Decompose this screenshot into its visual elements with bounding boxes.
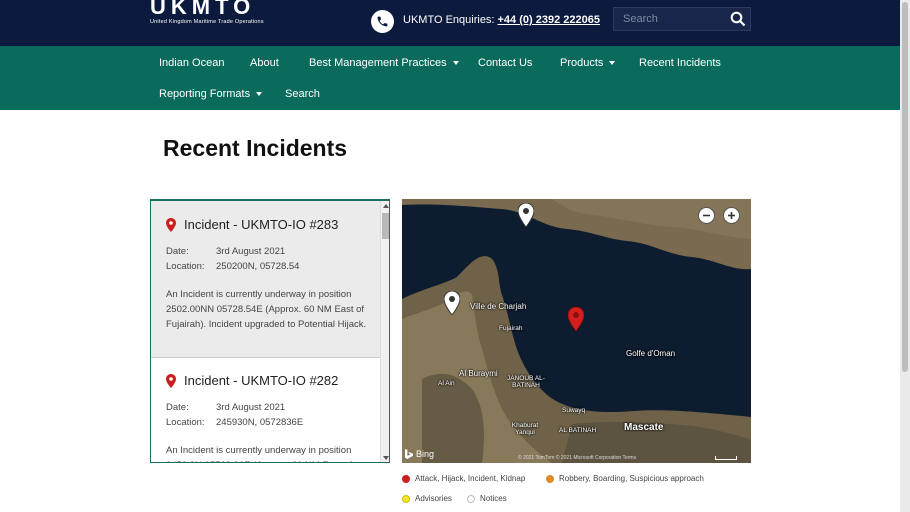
phone-icon [371, 10, 394, 33]
search-input[interactable] [614, 8, 726, 30]
legend-dot-yellow [402, 494, 410, 503]
date-label: Date: [166, 246, 189, 257]
incident-location: Location: 245930N, 0572836E [166, 417, 303, 428]
bing-logo[interactable]: Bing [405, 449, 434, 459]
map-place-label: Al Ain [438, 380, 455, 387]
legend-dot-white [467, 494, 475, 503]
legend-label: Attack, Hijack, Incident, Kidnap [415, 474, 526, 483]
nav-label: Best Management Practices [309, 57, 447, 69]
map-place-label: Khaburat Yanqul [511, 422, 539, 436]
map-scale-bar [715, 456, 737, 460]
date-label: Date: [166, 402, 189, 413]
map-place-label: Golfe d'Oman [626, 349, 676, 358]
nav-label: Reporting Formats [159, 88, 251, 100]
map-place-label: Al Buraymi [459, 369, 498, 378]
map-marker-notice-icon[interactable] [518, 203, 534, 227]
map-copyright[interactable]: © 2021 TomTom © 2021 Microsoft Corporati… [518, 455, 636, 461]
map-pin-icon [166, 373, 176, 388]
plus-icon [728, 212, 735, 219]
nav-label: Search [285, 88, 320, 100]
legend-item: Advisories [402, 494, 452, 503]
location-label: Location: [166, 261, 205, 272]
incident-map[interactable]: Ville de Charjah Fujairah Golfe d'Oman A… [402, 199, 751, 463]
map-terrain [402, 199, 751, 463]
minus-icon [703, 214, 710, 217]
page-scrollbar[interactable] [900, 0, 910, 512]
map-place-label: Fujairah [499, 325, 523, 332]
nav-item-about[interactable]: About [250, 57, 279, 69]
legend-item: Attack, Hijack, Incident, Kidnap [402, 474, 525, 483]
top-header: UKMTO United Kingdom Maritime Trade Oper… [0, 0, 900, 46]
header-search [613, 7, 751, 31]
logo-subtitle: United Kingdom Maritime Trade Operations [150, 19, 264, 25]
chevron-down-icon [452, 61, 459, 65]
nav-item-indian-ocean[interactable]: Indian Ocean [159, 57, 224, 69]
enquiries: UKMTO Enquiries: +44 (0) 2392 222065 [403, 14, 600, 26]
nav-item-recent-incidents[interactable]: Recent Incidents [639, 57, 721, 69]
incident-title[interactable]: Incident - UKMTO-IO #283 [166, 217, 338, 232]
nav-label: Recent Incidents [639, 57, 721, 69]
nav-item-products[interactable]: Products [560, 57, 616, 69]
incident-description: An Incident is currently underway in pos… [166, 289, 367, 330]
map-place-label: Suwayq [562, 407, 586, 414]
incident-location: Location: 250200N, 05728.54 [166, 261, 299, 272]
nav-item-best-management-practices[interactable]: Best Management Practices [309, 57, 459, 69]
enquiries-label: UKMTO Enquiries: [403, 14, 495, 26]
date-value: 3rd August 2021 [216, 246, 286, 257]
chevron-down-icon [609, 61, 616, 65]
list-scroll-thumb[interactable] [382, 213, 389, 239]
legend-label: Robbery, Boarding, Suspicious approach [559, 474, 704, 483]
incident-date: Date: 3rd August 2021 [166, 402, 285, 413]
search-icon[interactable] [730, 11, 746, 27]
map-place-label: AL BATINAH [559, 427, 597, 434]
date-value: 3rd August 2021 [216, 402, 286, 413]
incident-title[interactable]: Incident - UKMTO-IO #282 [166, 373, 338, 388]
nav-item-contact-us[interactable]: Contact Us [478, 57, 532, 69]
bing-icon [405, 449, 413, 459]
incident-description: An Incident is currently underway in pos… [166, 445, 352, 462]
zoom-out-button[interactable] [698, 207, 715, 224]
legend-label: Advisories [415, 494, 452, 503]
scroll-up-icon[interactable] [383, 204, 389, 208]
nav-item-reporting-formats[interactable]: Reporting Formats [159, 88, 263, 100]
location-value: 245930N, 0572836E [216, 417, 304, 428]
legend-label: Notices [480, 494, 507, 503]
location-label: Location: [166, 417, 205, 428]
map-place-label: JANOUB AL-BATINAH [507, 375, 545, 389]
bing-text: Bing [416, 449, 435, 459]
nav-label: Products [560, 57, 604, 69]
nav-label: Indian Ocean [159, 57, 225, 69]
nav-item-search[interactable]: Search [285, 88, 320, 100]
location-value: 250200N, 05728.54 [216, 261, 300, 272]
incident-title-text: Incident - UKMTO-IO #283 [184, 217, 339, 232]
incident-date: Date: 3rd August 2021 [166, 246, 285, 257]
page-scroll-thumb[interactable] [902, 2, 908, 372]
list-scrollbar[interactable] [380, 201, 389, 462]
nav-label: Contact Us [478, 57, 533, 69]
map-place-label: Mascate [624, 422, 664, 433]
legend-dot-orange [546, 474, 554, 483]
page-title: Recent Incidents [163, 135, 348, 161]
map-place-label: Ville de Charjah [470, 302, 527, 311]
ukmto-logo[interactable]: UKMTO United Kingdom Maritime Trade Oper… [150, 0, 264, 25]
legend-item: Robbery, Boarding, Suspicious approach [546, 474, 704, 483]
nav-label: About [250, 57, 279, 69]
main-nav: Indian Ocean About Best Management Pract… [0, 46, 900, 110]
scroll-down-icon[interactable] [383, 456, 389, 460]
incident-title-text: Incident - UKMTO-IO #282 [184, 373, 339, 388]
logo-text: UKMTO [150, 0, 256, 19]
incident-item[interactable]: Incident - UKMTO-IO #283 Date: 3rd August… [151, 201, 380, 358]
map-pin-icon [166, 217, 176, 232]
incident-list[interactable]: Incident - UKMTO-IO #283 Date: 3rd August… [150, 199, 390, 463]
zoom-in-button[interactable] [723, 207, 740, 224]
map-marker-notice-icon[interactable] [444, 291, 460, 315]
chevron-down-icon [256, 92, 263, 96]
legend-dot-red [402, 474, 410, 483]
map-marker-incident-icon[interactable] [568, 307, 584, 331]
incident-item[interactable]: Incident - UKMTO-IO #282 Date: 3rd August… [151, 358, 380, 462]
legend-item: Notices [467, 494, 507, 503]
enquiries-phone-link[interactable]: +44 (0) 2392 222065 [498, 14, 600, 26]
